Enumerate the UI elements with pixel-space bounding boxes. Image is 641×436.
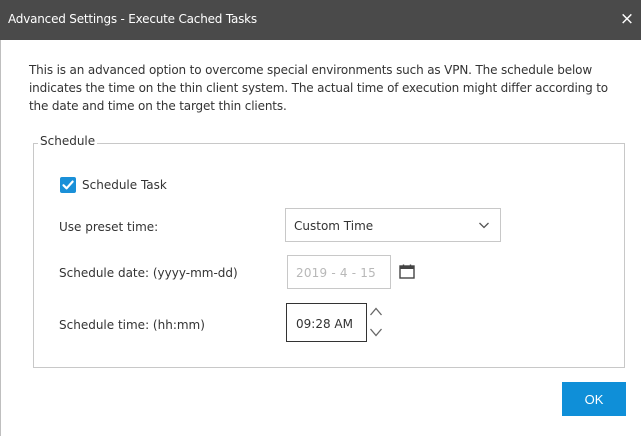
calendar-icon[interactable] [399, 264, 415, 279]
window-title: Advanced Settings - Execute Cached Tasks [8, 12, 257, 26]
close-icon[interactable]: × [617, 8, 637, 30]
time-spin-up-icon[interactable] [368, 304, 384, 320]
title-bar: Advanced Settings - Execute Cached Tasks… [0, 0, 641, 40]
schedule-time-value: 09:28 AM [296, 317, 353, 331]
schedule-date-value: 2019 - 4 - 15 [296, 266, 376, 280]
schedule-legend: Schedule [38, 134, 98, 148]
schedule-date-label: Schedule date: (yyyy-mm-dd) [59, 266, 238, 280]
preset-time-select[interactable]: Custom Time [285, 208, 501, 242]
description-text: This is an advanced option to overcome s… [29, 63, 608, 113]
checkmark-icon [62, 180, 74, 190]
schedule-time-input[interactable]: 09:28 AM [286, 303, 367, 342]
window-border [0, 40, 1, 436]
preset-time-label: Use preset time: [59, 220, 159, 234]
preset-time-value: Custom Time [294, 219, 374, 233]
ok-button[interactable]: OK [562, 382, 626, 416]
schedule-date-input[interactable]: 2019 - 4 - 15 [287, 255, 391, 289]
schedule-task-checkbox[interactable] [60, 177, 76, 193]
schedule-task-label[interactable]: Schedule Task [82, 178, 167, 192]
time-spin-down-icon[interactable] [368, 324, 384, 340]
schedule-time-label: Schedule time: (hh:mm) [59, 318, 205, 332]
chevron-down-icon [479, 222, 489, 229]
